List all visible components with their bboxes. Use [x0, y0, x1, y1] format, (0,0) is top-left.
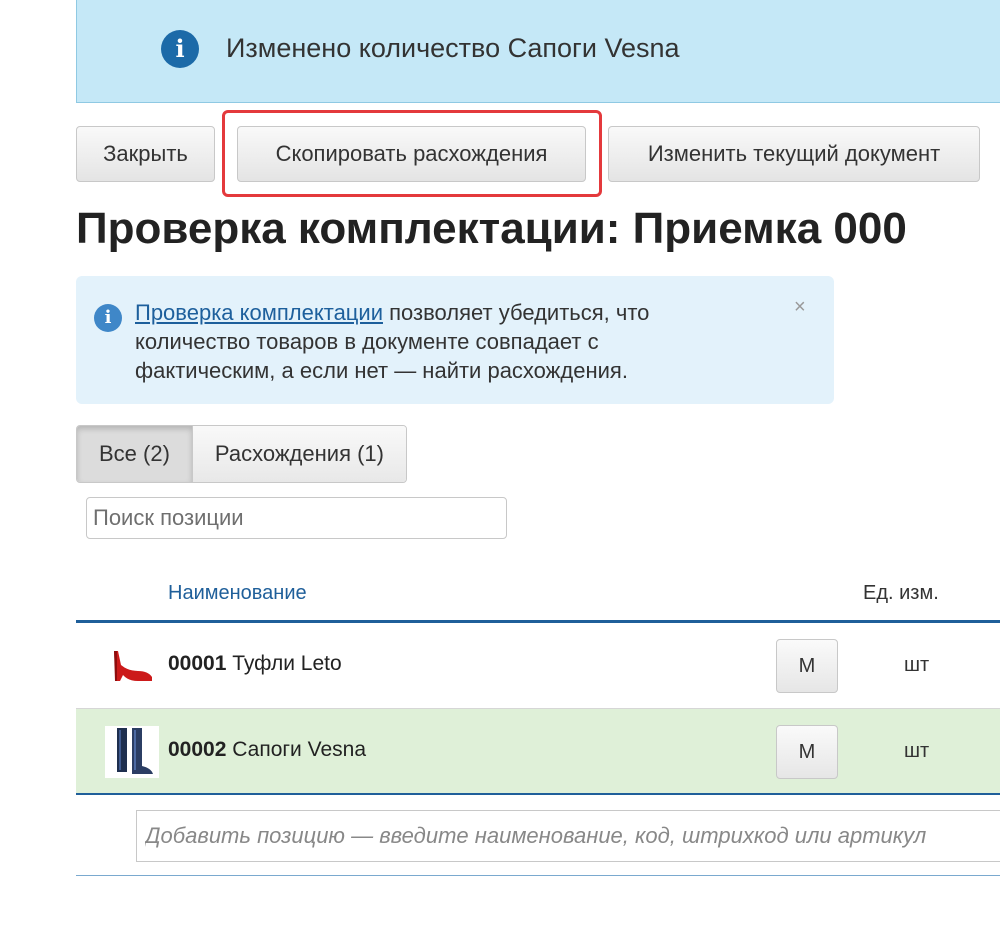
- column-header-unit: Ед. изм.: [863, 582, 939, 604]
- tab-discrepancies[interactable]: Расхождения (1): [191, 426, 406, 482]
- tab-all[interactable]: Все (2): [77, 426, 192, 482]
- table-row: 00001 Туфли Leto М шт: [76, 623, 1000, 709]
- boots-icon: [105, 726, 159, 778]
- row-code: 00001: [168, 652, 227, 675]
- edit-current-document-button[interactable]: Изменить текущий документ: [608, 126, 980, 182]
- row-unit: шт: [904, 654, 930, 676]
- red-shoe-icon: [114, 651, 152, 681]
- notification-text: Изменено количество Сапоги Vesna: [226, 33, 680, 63]
- table-bottom-divider: [76, 793, 1000, 795]
- m-button[interactable]: М: [776, 639, 838, 693]
- row-code: 00002: [168, 738, 227, 761]
- info-icon: i: [161, 30, 199, 68]
- notification-banner: i Изменено количество Сапоги Vesna: [76, 0, 1000, 103]
- info-icon: i: [94, 304, 122, 332]
- column-header-name[interactable]: Наименование: [168, 582, 307, 605]
- table-row: 00002 Сапоги Vesna М шт: [76, 709, 1000, 795]
- close-button[interactable]: Закрыть: [76, 126, 215, 182]
- info-box: i Проверка комплектации позволяет убедит…: [76, 276, 834, 404]
- add-position-input[interactable]: [136, 810, 1000, 862]
- row-title: Сапоги Vesna: [232, 738, 366, 761]
- table-end-divider: [76, 875, 1000, 876]
- filter-tabs: Все (2) Расхождения (1): [76, 425, 407, 483]
- search-input[interactable]: [86, 497, 507, 539]
- row-name: 00001 Туфли Leto: [168, 652, 342, 676]
- page-title: Проверка комплектации: Приемка 000: [76, 204, 907, 253]
- row-name: 00002 Сапоги Vesna: [168, 738, 366, 762]
- annotation-highlight-box: [222, 110, 602, 197]
- close-icon[interactable]: ×: [794, 296, 806, 319]
- m-button[interactable]: М: [776, 725, 838, 779]
- row-unit: шт: [904, 740, 930, 762]
- info-text: Проверка комплектации позволяет убедитьс…: [135, 298, 735, 385]
- info-help-link[interactable]: Проверка комплектации: [135, 300, 383, 325]
- row-title: Туфли Leto: [232, 652, 342, 675]
